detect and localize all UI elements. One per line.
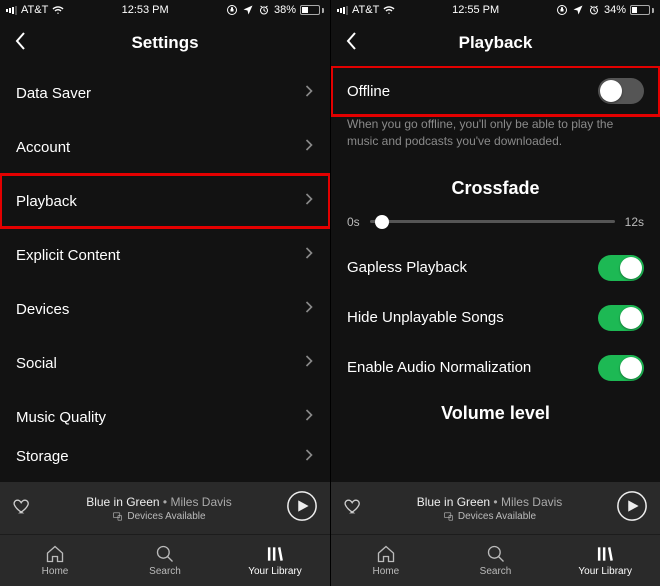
alarm-icon: [258, 4, 270, 16]
status-bar: AT&T 12:53 PM 38%: [0, 0, 330, 20]
battery-pct: 34%: [604, 4, 626, 16]
header-title: Settings: [0, 33, 330, 53]
crossfade-slider-row: 0s 12s: [331, 209, 660, 243]
enable-audio-normalization-row: Enable Audio Normalization: [331, 343, 660, 393]
chevron-right-icon: [304, 246, 314, 264]
offline-label: Offline: [347, 83, 390, 100]
battery-icon: [630, 5, 654, 15]
carrier-label: AT&T: [21, 4, 48, 16]
row-label: Data Saver: [16, 85, 91, 102]
row-label: Music Quality: [16, 409, 106, 426]
carrier-label: AT&T: [352, 4, 379, 16]
offline-row: Offline: [331, 66, 660, 116]
wifi-icon: [383, 4, 395, 16]
back-button[interactable]: [14, 31, 28, 56]
battery-icon: [300, 5, 324, 15]
header: Playback: [331, 20, 660, 66]
tab-search[interactable]: Search: [441, 535, 551, 586]
cell-signal-icon: [6, 6, 17, 15]
np-artist: Miles Davis: [170, 495, 231, 509]
tab-home[interactable]: Home: [0, 535, 110, 586]
now-playing-info[interactable]: Blue in Green • Miles Davis Devices Avai…: [375, 495, 604, 522]
tab-home[interactable]: Home: [331, 535, 441, 586]
gapless-playback-toggle[interactable]: [598, 255, 644, 281]
enable-audio-normalization-toggle[interactable]: [598, 355, 644, 381]
orient-lock-icon: [556, 4, 568, 16]
play-button[interactable]: [286, 490, 318, 527]
settings-row-playback[interactable]: Playback: [0, 174, 330, 228]
settings-list: Data Saver Account Playback Explicit Conten…: [0, 66, 330, 482]
row-label: Playback: [16, 193, 77, 210]
chevron-right-icon: [304, 84, 314, 102]
back-button[interactable]: [345, 31, 359, 56]
orient-lock-icon: [226, 4, 238, 16]
alarm-icon: [588, 4, 600, 16]
np-artist: Miles Davis: [501, 495, 562, 509]
row-label: Social: [16, 355, 57, 372]
row-label: Account: [16, 139, 70, 156]
np-track: Blue in Green: [86, 495, 159, 509]
wifi-icon: [52, 4, 64, 16]
clock: 12:53 PM: [122, 4, 169, 16]
chevron-right-icon: [304, 354, 314, 372]
settings-row-storage[interactable]: Storage: [0, 444, 330, 472]
phone-settings: AT&T 12:53 PM 38% Settings Data Saver Acc…: [0, 0, 330, 586]
tab-bar: Home Search Your Library: [331, 534, 660, 586]
chevron-right-icon: [304, 408, 314, 426]
tab-library[interactable]: Your Library: [220, 535, 330, 586]
location-icon: [242, 4, 254, 16]
tab-search[interactable]: Search: [110, 535, 220, 586]
tab-bar: Home Search Your Library: [0, 534, 330, 586]
crossfade-min: 0s: [347, 215, 360, 229]
devices-available[interactable]: Devices Available: [112, 511, 205, 522]
settings-row-explicit-content[interactable]: Explicit Content: [0, 228, 330, 282]
hide-unplayable-songs-toggle[interactable]: [598, 305, 644, 331]
settings-row-account[interactable]: Account: [0, 120, 330, 174]
battery-pct: 38%: [274, 4, 296, 16]
settings-row-music-quality[interactable]: Music Quality: [0, 390, 330, 444]
playback-content: Offline When you go offline, you'll only…: [331, 66, 660, 482]
crossfade-max: 12s: [625, 215, 644, 229]
tab-library[interactable]: Your Library: [550, 535, 660, 586]
chevron-right-icon: [304, 138, 314, 156]
row-label: Explicit Content: [16, 247, 120, 264]
toggle-label: Gapless Playback: [347, 259, 467, 276]
chevron-right-icon: [304, 192, 314, 210]
crossfade-title: Crossfade: [331, 160, 660, 209]
hide-unplayable-songs-row: Hide Unplayable Songs: [331, 293, 660, 343]
cell-signal-icon: [337, 6, 348, 15]
header: Settings: [0, 20, 330, 66]
offline-help-text: When you go offline, you'll only be able…: [331, 116, 660, 160]
gapless-playback-row: Gapless Playback: [331, 243, 660, 293]
header-title: Playback: [331, 33, 660, 53]
settings-row-social[interactable]: Social: [0, 336, 330, 390]
location-icon: [572, 4, 584, 16]
crossfade-slider[interactable]: [370, 220, 615, 223]
devices-available[interactable]: Devices Available: [443, 511, 536, 522]
row-label: Storage: [16, 448, 69, 465]
toggle-label: Enable Audio Normalization: [347, 359, 531, 376]
status-bar: AT&T 12:55 PM 34%: [331, 0, 660, 20]
settings-row-data-saver[interactable]: Data Saver: [0, 66, 330, 120]
row-label: Devices: [16, 301, 69, 318]
heart-icon[interactable]: [343, 496, 363, 521]
clock: 12:55 PM: [452, 4, 499, 16]
volume-title: Volume level: [331, 393, 660, 424]
chevron-right-icon: [304, 300, 314, 318]
offline-toggle[interactable]: [598, 78, 644, 104]
toggle-label: Hide Unplayable Songs: [347, 309, 504, 326]
phone-playback: AT&T 12:55 PM 34% Playback Offline When …: [330, 0, 660, 586]
now-playing-info[interactable]: Blue in Green • Miles Davis Devices Avai…: [44, 495, 274, 522]
now-playing-bar[interactable]: Blue in Green • Miles Davis Devices Avai…: [0, 482, 330, 534]
chevron-right-icon: [304, 448, 314, 466]
heart-icon[interactable]: [12, 496, 32, 521]
now-playing-bar[interactable]: Blue in Green • Miles Davis Devices Avai…: [331, 482, 660, 534]
np-track: Blue in Green: [417, 495, 490, 509]
play-button[interactable]: [616, 490, 648, 527]
settings-row-devices[interactable]: Devices: [0, 282, 330, 336]
